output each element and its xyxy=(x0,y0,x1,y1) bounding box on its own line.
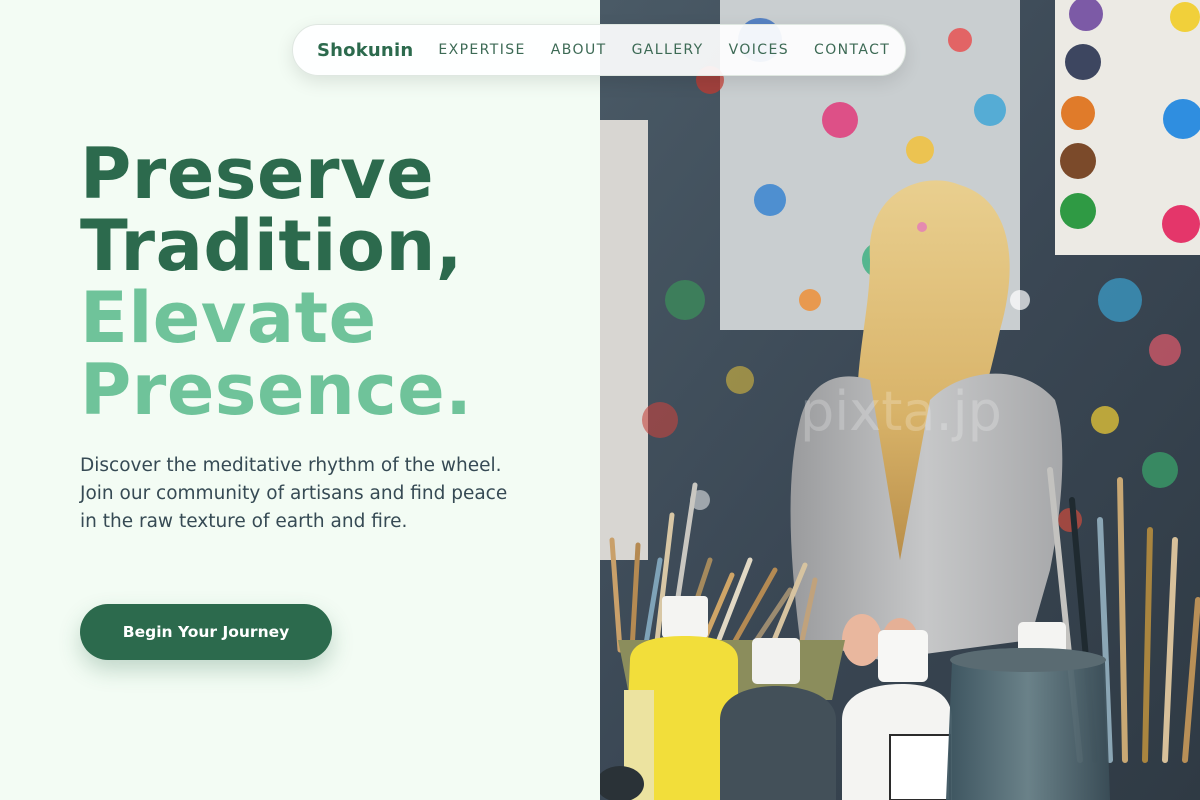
nav-link-gallery[interactable]: GALLERY xyxy=(632,42,704,58)
headline-line-2: Tradition, xyxy=(80,205,463,287)
nav-link-expertise[interactable]: EXPERTISE xyxy=(438,42,525,58)
water-jar xyxy=(946,648,1110,800)
top-nav: Shokunin EXPERTISE ABOUT GALLERY VOICES … xyxy=(292,24,906,76)
headline-line-4: Presence. xyxy=(80,349,473,431)
headline-line-3: Elevate xyxy=(80,277,377,359)
brand-logo[interactable]: Shokunin xyxy=(317,40,413,61)
headline-line-1: Preserve xyxy=(80,133,435,215)
hero-headline: Preserve Tradition, Elevate Presence. xyxy=(80,138,472,426)
nav-link-about[interactable]: ABOUT xyxy=(551,42,607,58)
hero-description: Discover the meditative rhythm of the wh… xyxy=(80,455,508,532)
landing-page: pixta.jp Shokunin EXPERTISE ABOUT GALLER… xyxy=(0,0,1200,800)
nav-link-contact[interactable]: CONTACT xyxy=(814,42,890,58)
hero-photo: pixta.jp xyxy=(600,0,1200,800)
image-watermark: pixta.jp xyxy=(800,380,1002,443)
hero-image: pixta.jp xyxy=(600,0,1200,800)
nav-link-voices[interactable]: VOICES xyxy=(729,42,789,58)
begin-journey-button[interactable]: Begin Your Journey xyxy=(80,604,332,660)
